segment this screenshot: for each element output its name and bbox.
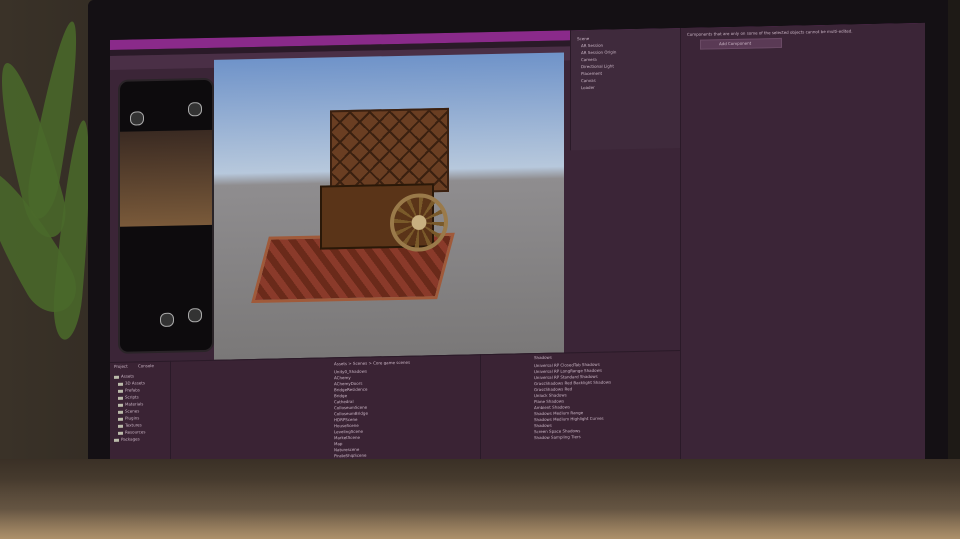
file-item[interactable]: AChemy bbox=[334, 375, 351, 380]
file-item[interactable]: MarketScene bbox=[334, 435, 360, 441]
tab-console[interactable]: Console bbox=[138, 363, 154, 368]
shadow-item[interactable]: Shadows Medium Highlight Curves bbox=[534, 416, 604, 422]
tree-item[interactable]: Textures bbox=[118, 422, 142, 428]
hierarchy-item[interactable]: AR Session bbox=[581, 43, 603, 48]
hierarchy-panel: Scene AR Session AR Session Origin Camer… bbox=[570, 28, 681, 151]
tree-item[interactable]: Scenes bbox=[118, 408, 139, 414]
file-item[interactable]: AChemyDoors bbox=[334, 381, 362, 387]
file-item[interactable]: HDRPScene bbox=[334, 417, 357, 422]
tree-item[interactable]: 3D Assets bbox=[118, 380, 145, 386]
phone-scene bbox=[120, 129, 212, 227]
avatar-icon[interactable] bbox=[188, 308, 202, 323]
shadow-item[interactable]: GrassShadows Red Backlight Shadows bbox=[534, 380, 611, 387]
breadcrumb[interactable]: Assets > Scenes > Core game scenes bbox=[334, 360, 410, 367]
market-shelf bbox=[330, 107, 449, 195]
editor-screen: Scene AR Session AR Session Origin Camer… bbox=[110, 22, 925, 530]
shadow-item[interactable]: Ambient Shadows bbox=[534, 404, 570, 410]
shadow-item[interactable]: Shadows Medium Range bbox=[534, 410, 583, 416]
file-item[interactable]: BridgeResidence bbox=[334, 387, 368, 393]
file-item[interactable]: Unity0_Shadows bbox=[334, 369, 367, 375]
shadow-item[interactable]: Plane Shadows bbox=[534, 398, 564, 404]
file-item[interactable]: Map bbox=[334, 441, 342, 446]
file-item[interactable]: ColloseumScene bbox=[334, 405, 367, 411]
file-item[interactable]: HouseScene bbox=[334, 423, 359, 429]
phone-nav-icon[interactable] bbox=[130, 111, 144, 126]
tree-item[interactable]: Assets bbox=[114, 373, 134, 379]
hierarchy-item[interactable]: Canvas bbox=[581, 78, 596, 83]
inspector-note: Components that are only on some of the … bbox=[687, 28, 853, 37]
tree-item[interactable]: Scripts bbox=[118, 394, 139, 400]
file-item[interactable]: Naturescene bbox=[334, 447, 359, 453]
shadow-item[interactable]: Unlock Shadows bbox=[534, 392, 567, 398]
hierarchy-item[interactable]: Directional Light bbox=[581, 63, 614, 69]
tree-item[interactable]: Prefabs bbox=[118, 387, 140, 393]
tree-item[interactable]: Packages bbox=[114, 436, 140, 442]
file-item[interactable]: LevelingScene bbox=[334, 429, 363, 435]
file-item[interactable]: PirateShipScene bbox=[334, 453, 366, 459]
hierarchy-item[interactable]: Scene bbox=[577, 36, 589, 41]
tab-project[interactable]: Project bbox=[114, 364, 128, 369]
phone-preview bbox=[118, 77, 214, 354]
hierarchy-item[interactable]: Loader bbox=[581, 85, 595, 90]
shadow-item[interactable]: Screen Space Shadows bbox=[534, 428, 580, 434]
phone-menu-icon[interactable] bbox=[188, 102, 202, 117]
foreground-blur bbox=[0, 479, 960, 539]
hierarchy-item[interactable]: AR Session Origin bbox=[581, 49, 616, 55]
file-item[interactable]: Bridge bbox=[334, 393, 347, 398]
file-item[interactable]: Cathedral bbox=[334, 399, 354, 404]
tree-item[interactable]: Plugins bbox=[118, 415, 139, 421]
camera-icon[interactable] bbox=[160, 312, 174, 327]
shadow-item[interactable]: GrassShadows Red bbox=[534, 386, 572, 392]
tree-item[interactable]: Resources bbox=[118, 429, 145, 435]
file-item[interactable]: ColloseumBridge bbox=[334, 411, 368, 417]
shadows-title: Shadows bbox=[534, 354, 552, 361]
shadow-item[interactable]: Shadow Sampling Tiers bbox=[534, 434, 581, 440]
inspector-panel: Components that are only on some of the … bbox=[680, 22, 925, 519]
hierarchy-item[interactable]: Placement bbox=[581, 71, 602, 76]
add-component-label: Add Component bbox=[719, 40, 752, 47]
tree-item[interactable]: Materials bbox=[118, 401, 143, 407]
add-component-button[interactable]: Add Component bbox=[700, 37, 782, 50]
shadow-item[interactable]: Shadows bbox=[534, 423, 552, 428]
hierarchy-item[interactable]: Camera bbox=[581, 57, 597, 62]
